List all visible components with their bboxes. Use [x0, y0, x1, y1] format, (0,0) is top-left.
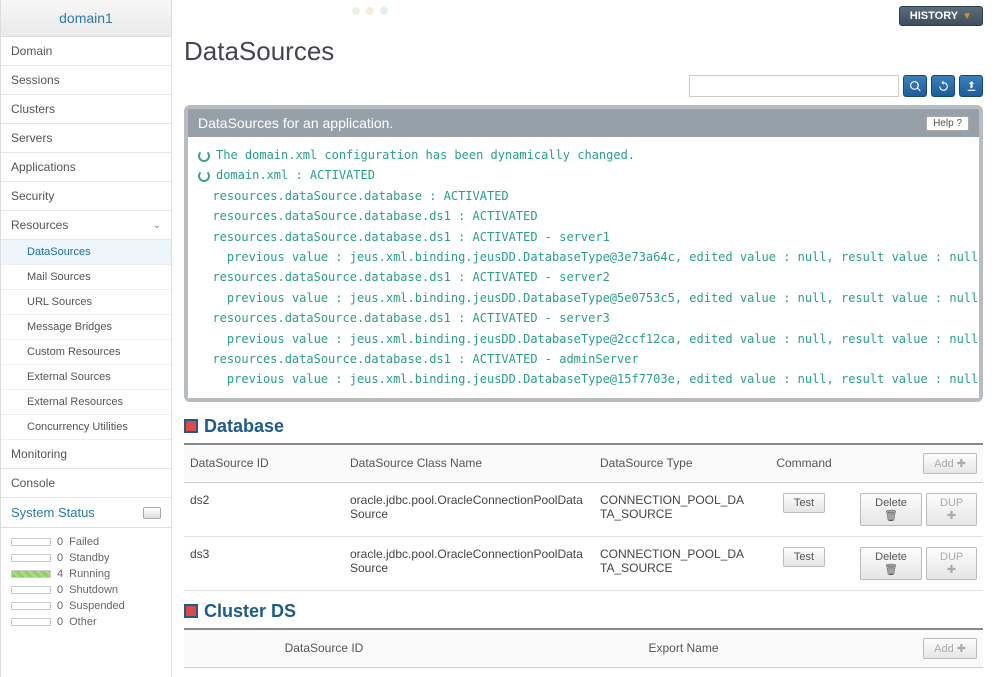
subnav-datasources[interactable]: DataSources [1, 240, 171, 265]
refresh-icon [937, 80, 950, 93]
status-running: 4Running [11, 566, 161, 582]
info-panel: DataSources for an application. Help ? T… [184, 105, 983, 402]
nav-console[interactable]: Console [1, 469, 171, 498]
trash-icon: 🗑 [884, 510, 898, 522]
cluster-section-title: Cluster DS [184, 601, 983, 622]
plus-icon: ✚ [957, 458, 966, 470]
subnav-message-bridges[interactable]: Message Bridges [1, 315, 171, 340]
resources-subnav: DataSources Mail Sources URL Sources Mes… [1, 240, 171, 440]
widget-icon[interactable] [143, 507, 161, 519]
test-button[interactable]: Test [783, 493, 825, 513]
search-button[interactable] [903, 75, 927, 97]
section-icon [184, 419, 198, 433]
chevron-down-icon: ▼ [962, 11, 972, 22]
subnav-concurrency-utilities[interactable]: Concurrency Utilities [1, 415, 171, 440]
subnav-external-sources[interactable]: External Sources [1, 365, 171, 390]
system-status-box: 0Failed 0Standby 4Running 0Shutdown 0Sus… [1, 528, 171, 636]
test-button[interactable]: Test [783, 547, 825, 567]
col-class-name: DataSource Class Name [344, 444, 594, 483]
col-export-name: Export Name [464, 629, 903, 668]
chevron-down-icon: ⌄ [153, 220, 161, 231]
delete-button[interactable]: Delete 🗑 [860, 493, 922, 526]
change-icon [198, 150, 210, 162]
subnav-custom-resources[interactable]: Custom Resources [1, 340, 171, 365]
nav-security[interactable]: Security [1, 182, 171, 211]
main-content: HISTORY ▼ DataSources DataSources for an… [172, 0, 995, 677]
plus-icon: ✚ [947, 564, 956, 576]
nav-domain[interactable]: Domain [1, 37, 171, 66]
plus-icon: ✚ [947, 510, 956, 522]
search-icon [909, 80, 922, 93]
page-title: DataSources [184, 36, 983, 67]
col-command: Command [754, 444, 854, 483]
table-row: ds3 oracle.jdbc.pool.OracleConnectionPoo… [184, 536, 983, 590]
domain-title[interactable]: domain1 [1, 0, 171, 37]
status-failed: 0Failed [11, 534, 161, 550]
section-icon [184, 604, 198, 618]
system-status-header: System Status [1, 498, 171, 528]
nav-monitoring[interactable]: Monitoring [1, 440, 171, 469]
add-database-button[interactable]: Add ✚ [923, 453, 977, 474]
refresh-button[interactable] [931, 75, 955, 97]
delete-button[interactable]: Delete 🗑 [860, 547, 922, 580]
database-section-title: Database [184, 416, 983, 437]
panel-header: DataSources for an application. Help ? [188, 109, 979, 137]
subnav-external-resources[interactable]: External Resources [1, 390, 171, 415]
history-button[interactable]: HISTORY ▼ [899, 6, 983, 26]
status-suspended: 0Suspended [11, 598, 161, 614]
plus-icon: ✚ [957, 643, 966, 655]
help-icon: ? [956, 118, 962, 129]
decorative-dots [352, 4, 394, 18]
nav-applications[interactable]: Applications [1, 153, 171, 182]
dup-button[interactable]: DUP ✚ [926, 547, 977, 580]
dup-button[interactable]: DUP ✚ [926, 493, 977, 526]
change-icon [198, 170, 210, 182]
cluster-empty-message: There are no results. [184, 668, 983, 677]
export-icon [965, 80, 978, 93]
panel-body: The domain.xml configuration has been dy… [188, 137, 979, 398]
nav-sessions[interactable]: Sessions [1, 66, 171, 95]
help-button[interactable]: Help ? [926, 116, 969, 131]
col-datasource-id: DataSource ID [184, 444, 344, 483]
nav-resources[interactable]: Resources⌄ [1, 211, 171, 240]
sidebar: domain1 Domain Sessions Clusters Servers… [0, 0, 172, 677]
export-button[interactable] [959, 75, 983, 97]
status-standby: 0Standby [11, 550, 161, 566]
col-type: DataSource Type [594, 444, 754, 483]
trash-icon: 🗑 [884, 564, 898, 576]
nav-clusters[interactable]: Clusters [1, 95, 171, 124]
status-other: 0Other [11, 614, 161, 630]
table-row: ds2 oracle.jdbc.pool.OracleConnectionPoo… [184, 482, 983, 536]
database-table: DataSource ID DataSource Class Name Data… [184, 443, 983, 591]
status-shutdown: 0Shutdown [11, 582, 161, 598]
subnav-mail-sources[interactable]: Mail Sources [1, 265, 171, 290]
search-input[interactable] [689, 75, 899, 97]
col-datasource-id: DataSource ID [184, 629, 464, 668]
cluster-table: DataSource ID Export Name Add ✚ [184, 628, 983, 668]
add-cluster-button[interactable]: Add ✚ [923, 638, 977, 659]
subnav-url-sources[interactable]: URL Sources [1, 290, 171, 315]
nav-servers[interactable]: Servers [1, 124, 171, 153]
